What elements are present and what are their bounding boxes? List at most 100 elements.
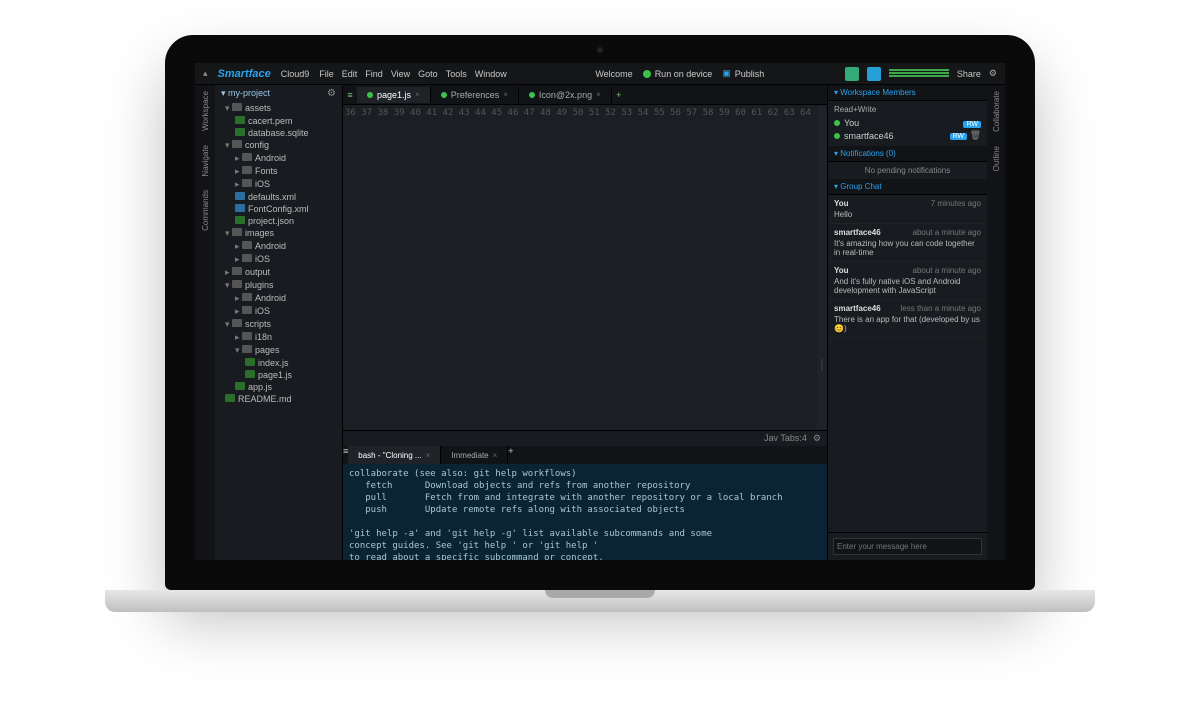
welcome-link[interactable]: Welcome — [595, 69, 632, 79]
new-tab-icon[interactable]: + — [612, 90, 626, 100]
menu-arrow-icon[interactable]: ▴ — [203, 68, 208, 79]
members-header[interactable]: ▾ Workspace Members — [828, 85, 987, 101]
code-editor[interactable]: 36 37 38 39 40 41 42 43 44 45 46 47 48 4… — [343, 105, 827, 430]
side-tab-navigate[interactable]: Navigate — [201, 145, 210, 177]
folder-ios[interactable]: iOS — [235, 253, 342, 266]
folder-plugins[interactable]: plugins — [225, 279, 342, 292]
editor-tab-icon-2x-png[interactable]: Icon@2x.png× — [519, 87, 612, 103]
file-defaults-xml[interactable]: defaults.xml — [235, 191, 342, 203]
folder-images[interactable]: images — [225, 227, 342, 240]
avatar-icon-2[interactable] — [867, 67, 881, 81]
dot-icon — [367, 92, 373, 98]
menu-window[interactable]: Window — [475, 69, 507, 79]
right-rail: Collaborate Outline — [987, 85, 1005, 560]
publish-button[interactable]: ▣Publish — [722, 68, 764, 79]
presence-icon — [834, 133, 840, 139]
status-gear-icon[interactable] — [813, 433, 821, 444]
terminal[interactable]: collaborate (see also: git help workflow… — [343, 464, 827, 560]
file-project-json[interactable]: project.json — [235, 215, 342, 227]
folder-android[interactable]: Android — [235, 292, 342, 305]
terminal-tab-immediate[interactable]: Immediate× — [441, 446, 508, 464]
close-icon[interactable]: × — [426, 451, 431, 460]
tree-gear-icon[interactable] — [327, 88, 336, 99]
collab-panel: ▾ Workspace Members Read+Write YouRWsmar… — [827, 85, 987, 560]
rw-badge: RW — [950, 133, 968, 140]
menubar: ▴ Smartface Cloud9 File Edit Find View Goto T… — [195, 63, 1005, 85]
folder-icon — [232, 103, 242, 111]
file-page1-js[interactable]: page1.js — [245, 369, 342, 381]
tabs-menu-icon[interactable]: ≡ — [343, 90, 357, 100]
run-on-device-button[interactable]: Run on device — [643, 69, 713, 79]
menu-tools[interactable]: Tools — [446, 69, 467, 79]
member-you[interactable]: YouRW — [834, 117, 981, 129]
project-root[interactable]: my-project — [228, 88, 270, 98]
file-icon — [235, 204, 245, 212]
editor-tab-preferences[interactable]: Preferences× — [431, 87, 519, 103]
folder-i18n[interactable]: i18n — [235, 331, 342, 344]
camera-dot — [597, 47, 603, 53]
close-icon[interactable]: × — [596, 90, 601, 99]
resource-bars — [889, 69, 949, 79]
cloud-label[interactable]: Cloud9 — [281, 69, 310, 79]
folder-android[interactable]: Android — [235, 240, 342, 253]
close-icon[interactable]: × — [415, 90, 420, 99]
laptop-frame: ▴ Smartface Cloud9 File Edit Find View Goto T… — [165, 35, 1035, 615]
notifications-header[interactable]: ▾ Notifications (0) — [828, 146, 987, 162]
menu-find[interactable]: Find — [365, 69, 383, 79]
dot-icon — [529, 92, 535, 98]
code-body[interactable]: Pages.page1.add(lbl); "kw">var img = "kw… — [817, 105, 827, 430]
folder-icon — [232, 280, 242, 288]
file-readme-md[interactable]: README.md — [225, 393, 342, 405]
chat-message: Youabout a minute agoAnd it's fully nati… — [828, 262, 987, 300]
file-cacert-pem[interactable]: cacert.pem — [235, 115, 342, 127]
terminal-tab-bash-cloning-[interactable]: bash - "Cloning ...× — [348, 446, 441, 464]
file-icon — [225, 394, 235, 402]
avatar-icon[interactable] — [845, 67, 859, 81]
file-app-js[interactable]: app.js — [235, 381, 342, 393]
file-database-sqlite[interactable]: database.sqlite — [235, 127, 342, 139]
groupchat-header[interactable]: ▾ Group Chat — [828, 179, 987, 195]
close-icon[interactable]: × — [493, 451, 498, 460]
folder-assets[interactable]: assets — [225, 102, 342, 115]
member-smartface46[interactable]: smartface46RW 🗑 — [834, 129, 981, 142]
folder-android[interactable]: Android — [235, 152, 342, 165]
file-fontconfig-xml[interactable]: FontConfig.xml — [235, 203, 342, 215]
folder-scripts[interactable]: scripts — [225, 318, 342, 331]
notifications-empty: No pending notifications — [828, 162, 987, 179]
side-tab-outline[interactable]: Outline — [992, 146, 1001, 171]
side-tab-workspace[interactable]: Workspace — [201, 91, 210, 131]
folder-ios[interactable]: iOS — [235, 178, 342, 191]
folder-pages[interactable]: pages — [235, 344, 342, 357]
folder-fonts[interactable]: Fonts — [235, 165, 342, 178]
side-tab-collaborate[interactable]: Collaborate — [992, 91, 1001, 132]
menu-view[interactable]: View — [391, 69, 410, 79]
folder-icon — [242, 166, 252, 174]
file-index-js[interactable]: index.js — [245, 357, 342, 369]
folder-ios[interactable]: iOS — [235, 305, 342, 318]
chat-message: smartface46less than a minute agoThere i… — [828, 300, 987, 338]
new-term-tab-icon[interactable]: + — [508, 446, 513, 464]
side-tab-commands[interactable]: Commands — [201, 190, 210, 231]
menu-edit[interactable]: Edit — [342, 69, 358, 79]
brand: Smartface — [218, 68, 271, 80]
gear-icon[interactable] — [989, 68, 997, 79]
folder-config[interactable]: config — [225, 139, 342, 152]
left-rail: Workspace Navigate Commands — [195, 85, 215, 560]
share-button[interactable]: Share — [957, 69, 981, 79]
menu-file[interactable]: File — [319, 69, 334, 79]
folder-icon — [242, 332, 252, 340]
close-icon[interactable]: × — [503, 90, 508, 99]
folder-icon — [242, 241, 252, 249]
file-icon — [245, 358, 255, 366]
dot-icon — [441, 92, 447, 98]
file-icon — [235, 382, 245, 390]
trash-icon[interactable]: 🗑 — [970, 130, 981, 140]
presence-icon — [834, 120, 840, 126]
folder-icon — [242, 293, 252, 301]
chat-message: You7 minutes agoHello — [828, 195, 987, 224]
file-icon — [235, 216, 245, 224]
folder-output[interactable]: output — [225, 266, 342, 279]
editor-tab-page1-js[interactable]: page1.js× — [357, 87, 431, 103]
chat-input[interactable] — [833, 538, 982, 555]
menu-goto[interactable]: Goto — [418, 69, 438, 79]
